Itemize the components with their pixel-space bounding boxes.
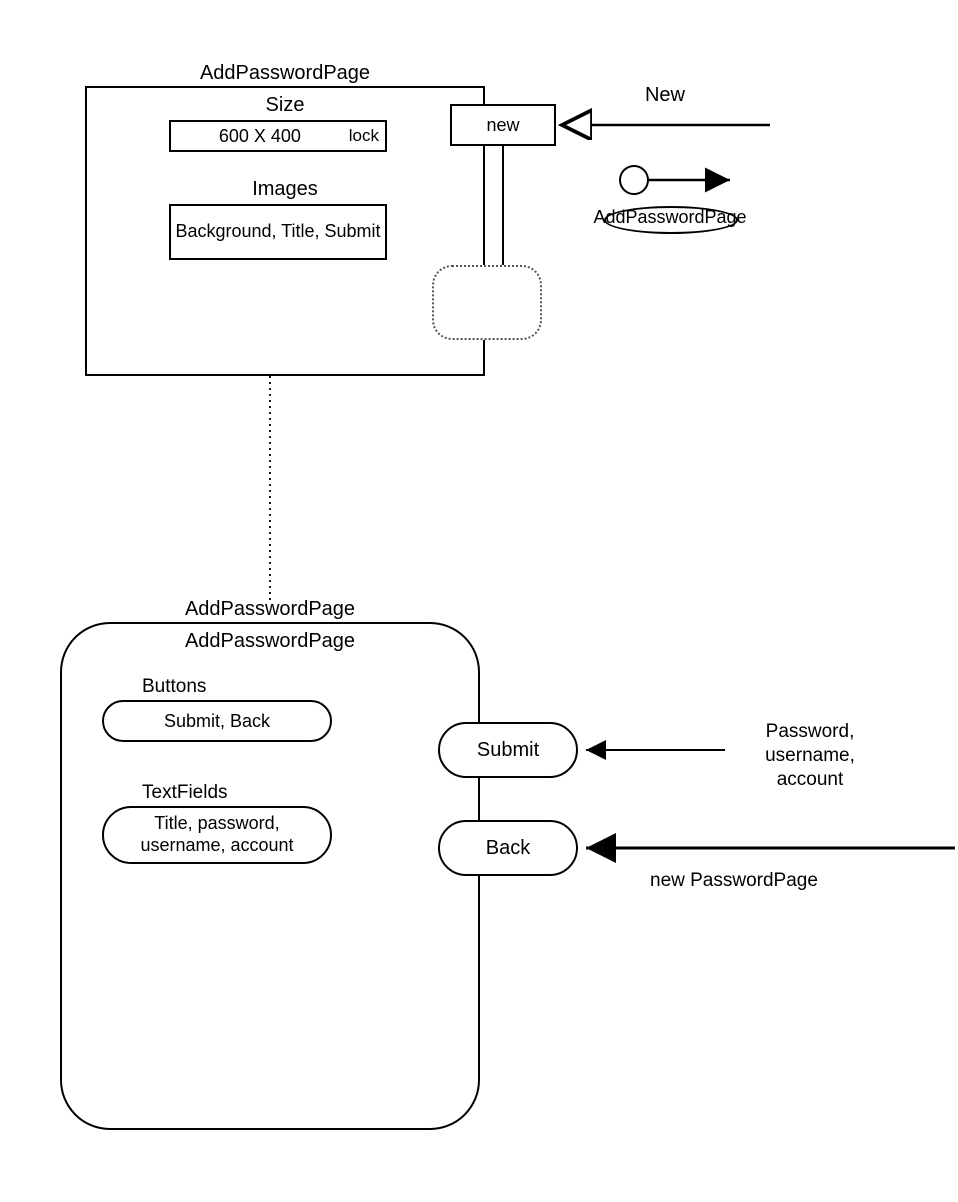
- images-value: Background, Title, Submit: [175, 221, 380, 243]
- circle-start-node: [619, 165, 649, 195]
- images-value-box: Background, Title, Submit: [169, 204, 387, 260]
- size-value: 600 X 400: [171, 126, 349, 147]
- buttons-label: Buttons: [142, 676, 262, 698]
- size-value-box: 600 X 400 lock: [169, 120, 387, 152]
- diagram-canvas: AddPasswordPage Size 600 X 400 lock Imag…: [0, 0, 958, 1202]
- buttons-value-pill: Submit, Back: [102, 700, 332, 742]
- submit-node-label: Submit: [477, 739, 539, 762]
- textfields-value: Title, password, username, account: [112, 813, 322, 856]
- bottom-panel: AddPasswordPage Buttons Submit, Back Tex…: [60, 622, 480, 1130]
- back-node: Back: [438, 820, 578, 876]
- flow-node-label: AddPasswordPage: [580, 207, 760, 228]
- size-label: Size: [87, 94, 483, 117]
- bottom-panel-title-inner: AddPasswordPage: [62, 630, 478, 653]
- top-box-title: AddPasswordPage: [85, 62, 485, 85]
- dotted-container: [432, 265, 542, 340]
- new-box-label: new: [486, 115, 519, 136]
- bottom-panel-title-outer: AddPasswordPage: [60, 598, 480, 621]
- textfields-value-pill: Title, password, username, account: [102, 806, 332, 864]
- lock-text: lock: [349, 126, 385, 146]
- top-box: Size 600 X 400 lock Images Background, T…: [85, 86, 485, 376]
- buttons-value: Submit, Back: [164, 711, 270, 732]
- images-label: Images: [87, 178, 483, 201]
- back-node-label: Back: [486, 837, 530, 860]
- submit-incoming-label: Password, username, account: [730, 720, 890, 791]
- new-box: new: [450, 104, 556, 146]
- new-arrow-label: New: [625, 84, 705, 107]
- submit-node: Submit: [438, 722, 578, 778]
- back-incoming-label: new PasswordPage: [650, 870, 910, 892]
- textfields-label: TextFields: [142, 782, 282, 804]
